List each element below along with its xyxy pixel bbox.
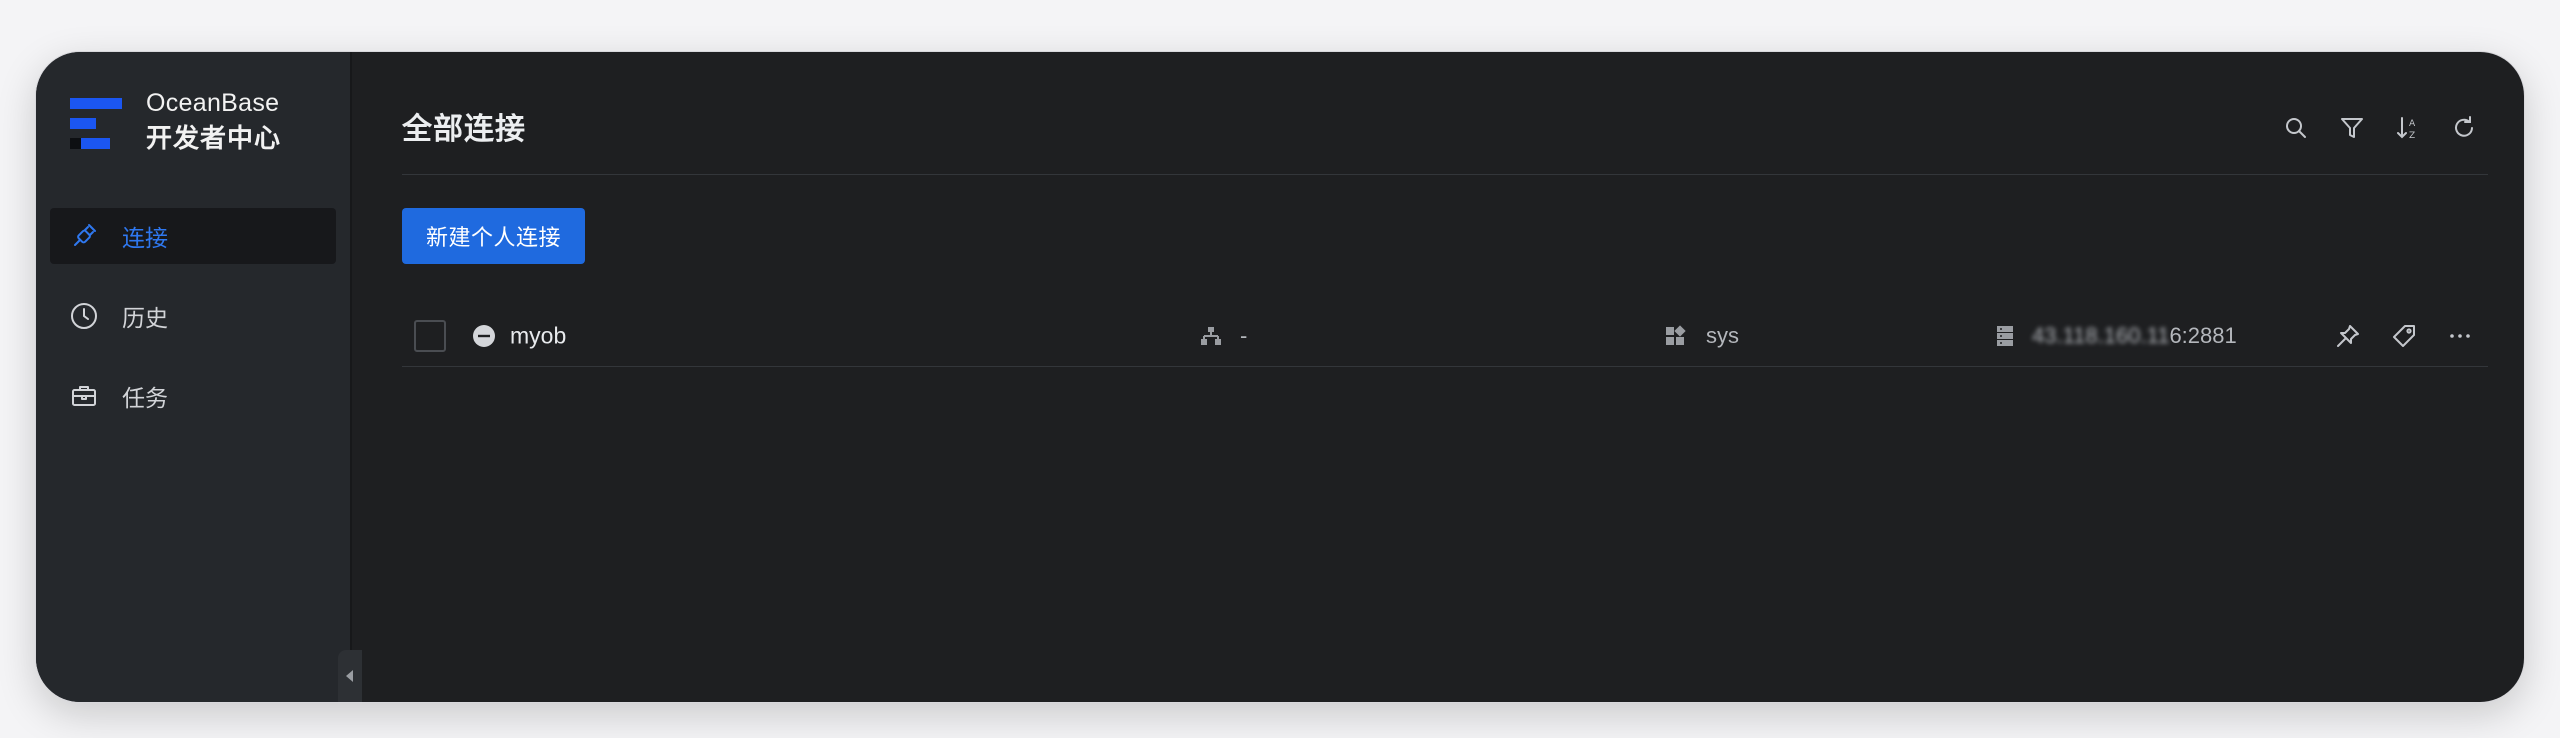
pin-button[interactable]	[2320, 316, 2376, 356]
sidebar-item-label: 连接	[122, 225, 168, 251]
filter-button[interactable]	[2324, 108, 2380, 148]
main-content	[352, 52, 2524, 702]
sidebar-item-label: 任务	[122, 385, 168, 411]
connection-tenant: sys	[1706, 323, 1739, 348]
tag-button[interactable]	[2376, 316, 2432, 356]
row-checkbox[interactable]	[414, 320, 446, 352]
svg-text:Z: Z	[2409, 131, 2415, 141]
refresh-icon	[2455, 116, 2473, 137]
server-icon	[1997, 326, 2013, 346]
connection-name[interactable]: myob	[510, 323, 566, 350]
sidebar: OceanBase 开发者中心 连接 历史 任务	[36, 52, 362, 702]
refresh-button[interactable]	[2436, 108, 2492, 148]
cluster-icon	[1201, 327, 1221, 345]
sidebar-item-connections[interactable]: 连接	[50, 208, 336, 264]
clock-icon	[68, 300, 100, 332]
oceanbase-logo-icon	[70, 98, 122, 154]
brand: OceanBase 开发者中心	[70, 88, 281, 158]
more-icon	[2450, 334, 2470, 338]
row-divider	[402, 366, 2488, 367]
sort-button[interactable]: A Z	[2380, 108, 2436, 148]
filter-icon	[2341, 118, 2363, 138]
new-personal-connection-button[interactable]: 新建个人连接	[402, 208, 586, 264]
host-masked: 43.118.160.11	[2032, 323, 2170, 348]
search-icon	[2286, 118, 2306, 138]
disabled-status-icon	[473, 325, 495, 347]
plug-icon	[68, 220, 100, 252]
sidebar-nav: 连接 历史 任务	[50, 208, 336, 448]
briefcase-icon	[68, 380, 100, 412]
header-toolbar: A Z	[2268, 108, 2492, 148]
connection-cluster: -	[1240, 323, 1248, 348]
svg-text:A: A	[2409, 119, 2416, 129]
sidebar-item-label: 历史	[122, 305, 168, 331]
header-divider	[402, 174, 2488, 175]
sort-az-icon: A Z	[2397, 117, 2416, 141]
tag-icon	[2393, 325, 2415, 347]
app-window: OceanBase 开发者中心 连接 历史 任务 全部连接 A Z 新建个人连接…	[36, 52, 2524, 702]
page-title: 全部连接	[402, 113, 526, 146]
sidebar-item-tasks[interactable]: 任务	[50, 368, 336, 424]
host-suffix: 6:2881	[2169, 323, 2237, 348]
brand-name: OceanBase	[146, 89, 280, 117]
pin-icon	[2337, 325, 2359, 347]
table-row[interactable]: myob - sys 43.118.160.116:2881	[402, 296, 2488, 376]
search-button[interactable]	[2268, 108, 2324, 148]
tenant-icon	[1666, 325, 1686, 345]
more-button[interactable]	[2432, 316, 2488, 356]
sidebar-item-history[interactable]: 历史	[50, 288, 336, 344]
row-actions	[2320, 316, 2488, 356]
brand-subtitle: 开发者中心	[146, 123, 282, 153]
connection-host: 43.118.160.116:2881	[2032, 323, 2237, 349]
